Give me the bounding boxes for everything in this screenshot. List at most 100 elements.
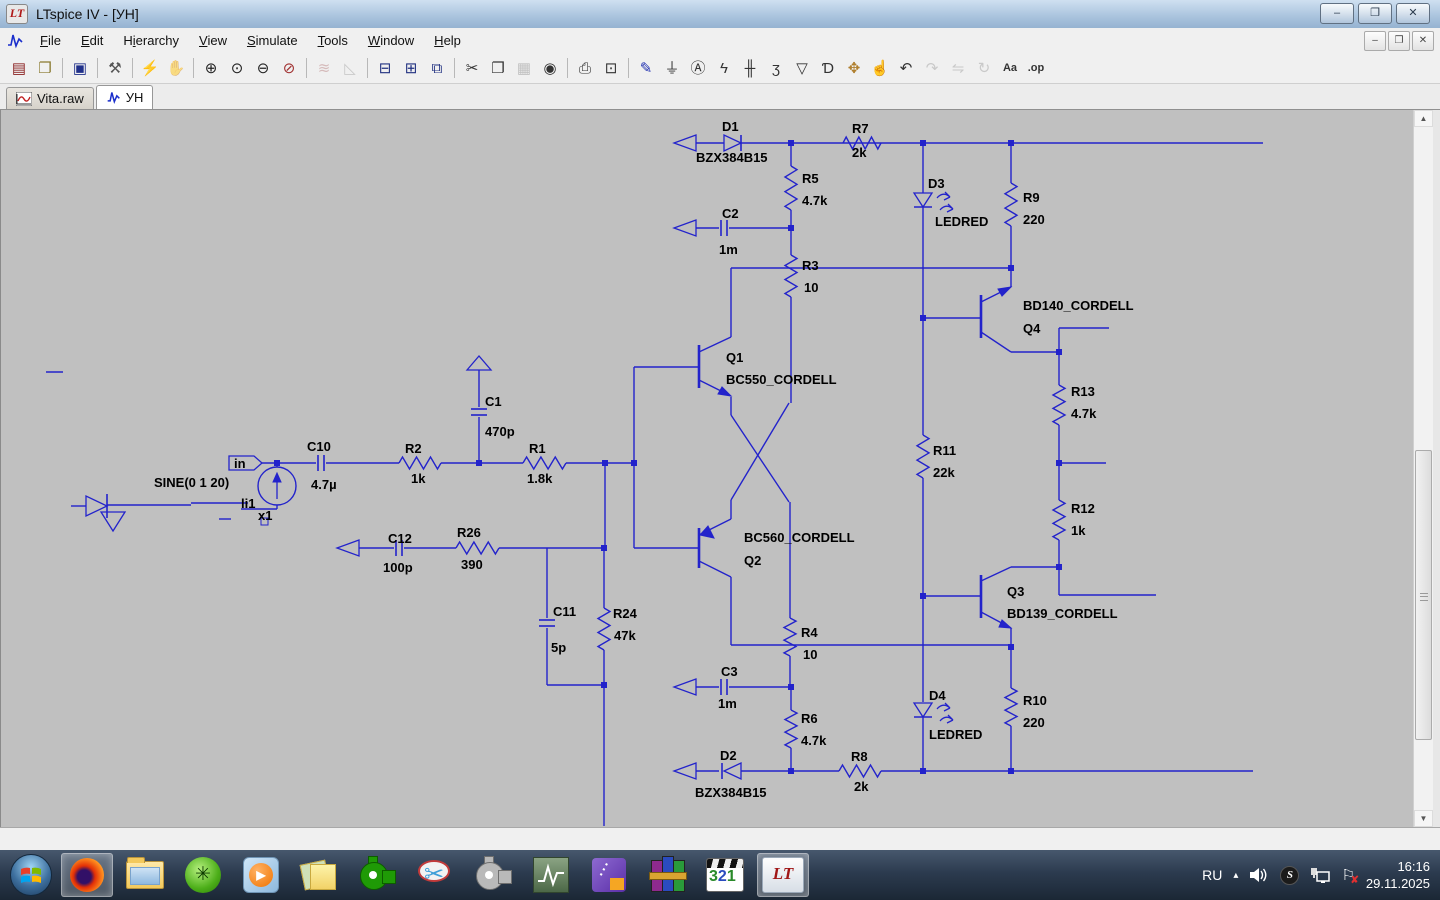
ground-icon[interactable]: ⏚ — [660, 57, 684, 80]
taskbar-ltspice[interactable]: LT — [757, 853, 809, 897]
schematic-label[interactable]: 220 — [1023, 212, 1045, 227]
mirror-icon[interactable]: ⇋ — [946, 57, 970, 80]
plot-settings-icon[interactable]: ≋ — [312, 57, 336, 80]
resistor-icon[interactable]: ϟ — [712, 57, 736, 80]
undo-icon[interactable]: ↶ — [894, 57, 918, 80]
language-indicator[interactable]: RU — [1202, 867, 1222, 883]
taskbar-purple-app[interactable] — [583, 853, 635, 897]
print-icon[interactable]: ⎙ — [573, 57, 597, 80]
schematic-label[interactable]: C12 — [388, 531, 412, 546]
taskbar-snipping-tool[interactable]: ✂ — [409, 853, 461, 897]
copy-icon[interactable]: ❐ — [486, 57, 510, 80]
autorange-icon[interactable]: ◺ — [338, 57, 362, 80]
schematic-label[interactable]: R26 — [457, 525, 481, 540]
schematic-label[interactable]: BC550_CORDELL — [726, 372, 837, 387]
tab-un[interactable]: УН — [95, 85, 154, 109]
taskbar-spider-player[interactable]: ✳ — [177, 853, 229, 897]
tab-vita-raw[interactable]: Vita.raw — [6, 87, 94, 109]
find-icon[interactable]: ◉ — [538, 57, 562, 80]
control-panel-icon[interactable]: ⚒ — [103, 57, 127, 80]
schematic-label[interactable]: C2 — [722, 206, 739, 221]
schematic-label[interactable]: 47k — [614, 628, 636, 643]
restore-button[interactable]: ❐ — [1358, 3, 1392, 24]
schematic-label[interactable]: R11 — [933, 443, 956, 458]
child-close-button[interactable]: ✕ — [1412, 31, 1434, 51]
schematic-label[interactable]: R10 — [1023, 693, 1047, 708]
menu-tools[interactable]: Tools — [308, 30, 358, 51]
menu-view[interactable]: View — [189, 30, 237, 51]
schematic-label[interactable]: C3 — [721, 664, 738, 679]
schematic-canvas[interactable]: D1 BZX384B15 R7 2k R5 4.7k C2 1m D3 LEDRED R9 220 R3… — [0, 110, 1413, 827]
schematic-label[interactable]: R24 — [613, 606, 637, 621]
schematic-label[interactable]: 220 — [1023, 715, 1045, 730]
save-icon[interactable]: ▣ — [68, 57, 92, 80]
scroll-down-arrow[interactable]: ▼ — [1414, 810, 1433, 827]
taskbar-gray-tool-app[interactable] — [467, 853, 519, 897]
zoom-in-icon[interactable]: ⊕ — [199, 57, 223, 80]
redo-icon[interactable]: ↷ — [920, 57, 944, 80]
taskbar-oscilloscope-app[interactable] — [525, 853, 577, 897]
taskbar-winrar[interactable] — [641, 853, 693, 897]
schematic-label[interactable]: R3 — [802, 258, 819, 273]
schematic-label[interactable]: 1m — [719, 242, 738, 257]
schematic-label[interactable]: SINE(0 1 20) — [154, 475, 229, 490]
schematic-label[interactable]: BZX384B15 — [696, 150, 768, 165]
taskbar-sticky-notes[interactable] — [293, 853, 345, 897]
run-icon[interactable]: ⚡ — [138, 57, 162, 80]
menu-help[interactable]: Help — [424, 30, 471, 51]
schematic-label[interactable]: in — [234, 456, 246, 471]
schematic-label[interactable]: R9 — [1023, 190, 1040, 205]
schematic-label[interactable]: 5p — [551, 640, 566, 655]
volume-icon[interactable] — [1249, 867, 1269, 883]
scroll-up-arrow[interactable]: ▲ — [1414, 110, 1433, 127]
schematic-label[interactable]: R12 — [1071, 501, 1095, 516]
schematic-label[interactable]: x1 — [258, 508, 272, 523]
vertical-scrollbar[interactable]: ▲ ▼ — [1413, 110, 1433, 827]
schematic-label[interactable]: R4 — [801, 625, 818, 640]
schematic-label[interactable]: 1k — [1071, 523, 1085, 538]
schematic-label[interactable]: D2 — [720, 748, 737, 763]
diode-icon[interactable]: ▽ — [790, 57, 814, 80]
tile-horizontal-icon[interactable]: ⊟ — [373, 57, 397, 80]
menu-hierarchy[interactable]: Hierarchy — [113, 30, 189, 51]
clock[interactable]: 16:16 29.11.2025 — [1366, 858, 1430, 892]
component-icon[interactable]: Ɗ — [816, 57, 840, 80]
schematic-label[interactable]: R8 — [851, 749, 868, 764]
start-button[interactable] — [4, 851, 58, 899]
schematic-label[interactable]: R1 — [529, 441, 546, 456]
spice-directive-icon[interactable]: .op — [1024, 57, 1048, 80]
zoom-out-icon[interactable]: ⊖ — [251, 57, 275, 80]
menu-file[interactable]: File — [30, 30, 71, 51]
menu-edit[interactable]: Edit — [71, 30, 113, 51]
move-icon[interactable]: ✥ — [842, 57, 866, 80]
menu-window[interactable]: Window — [358, 30, 424, 51]
schematic-label[interactable]: D3 — [928, 176, 945, 191]
tile-vertical-icon[interactable]: ⊞ — [399, 57, 423, 80]
cascade-windows-icon[interactable]: ⧉ — [425, 57, 449, 80]
open-icon[interactable]: ❐ — [33, 57, 57, 80]
schematic-label[interactable]: 2k — [852, 145, 866, 160]
tray-s-icon[interactable]: S — [1280, 865, 1300, 885]
zoom-full-icon[interactable]: ⊘ — [277, 57, 301, 80]
hidden-icons-chevron[interactable]: ▴ — [1233, 870, 1238, 881]
schematic-label[interactable]: 470p — [485, 424, 515, 439]
schematic-label[interactable]: Q2 — [744, 553, 761, 568]
menu-simulate[interactable]: Simulate — [237, 30, 308, 51]
paste-icon[interactable]: ▦ — [512, 57, 536, 80]
schematic-label[interactable]: LEDRED — [935, 214, 988, 229]
schematic-label[interactable]: 4.7k — [1071, 406, 1096, 421]
action-center-flag-icon[interactable]: ⚐ ✘ — [1341, 866, 1358, 886]
schematic-label[interactable]: 1.8k — [527, 471, 552, 486]
network-icon[interactable] — [1310, 867, 1331, 884]
child-restore-button[interactable]: ❐ — [1388, 31, 1410, 51]
schematic-label[interactable]: R2 — [405, 441, 422, 456]
schematic-label[interactable]: 2k — [854, 779, 868, 794]
taskbar-media-player[interactable]: ▶ — [235, 853, 287, 897]
schematic-label[interactable]: C10 — [307, 439, 331, 454]
schematic-label[interactable]: 22k — [933, 465, 955, 480]
new-schematic-icon[interactable]: ▤ — [7, 57, 31, 80]
schematic-label[interactable]: D1 — [722, 119, 739, 134]
schematic-label[interactable]: 100p — [383, 560, 413, 575]
halt-icon[interactable]: ✋ — [164, 57, 188, 80]
inductor-icon[interactable]: ʒ — [764, 57, 788, 80]
